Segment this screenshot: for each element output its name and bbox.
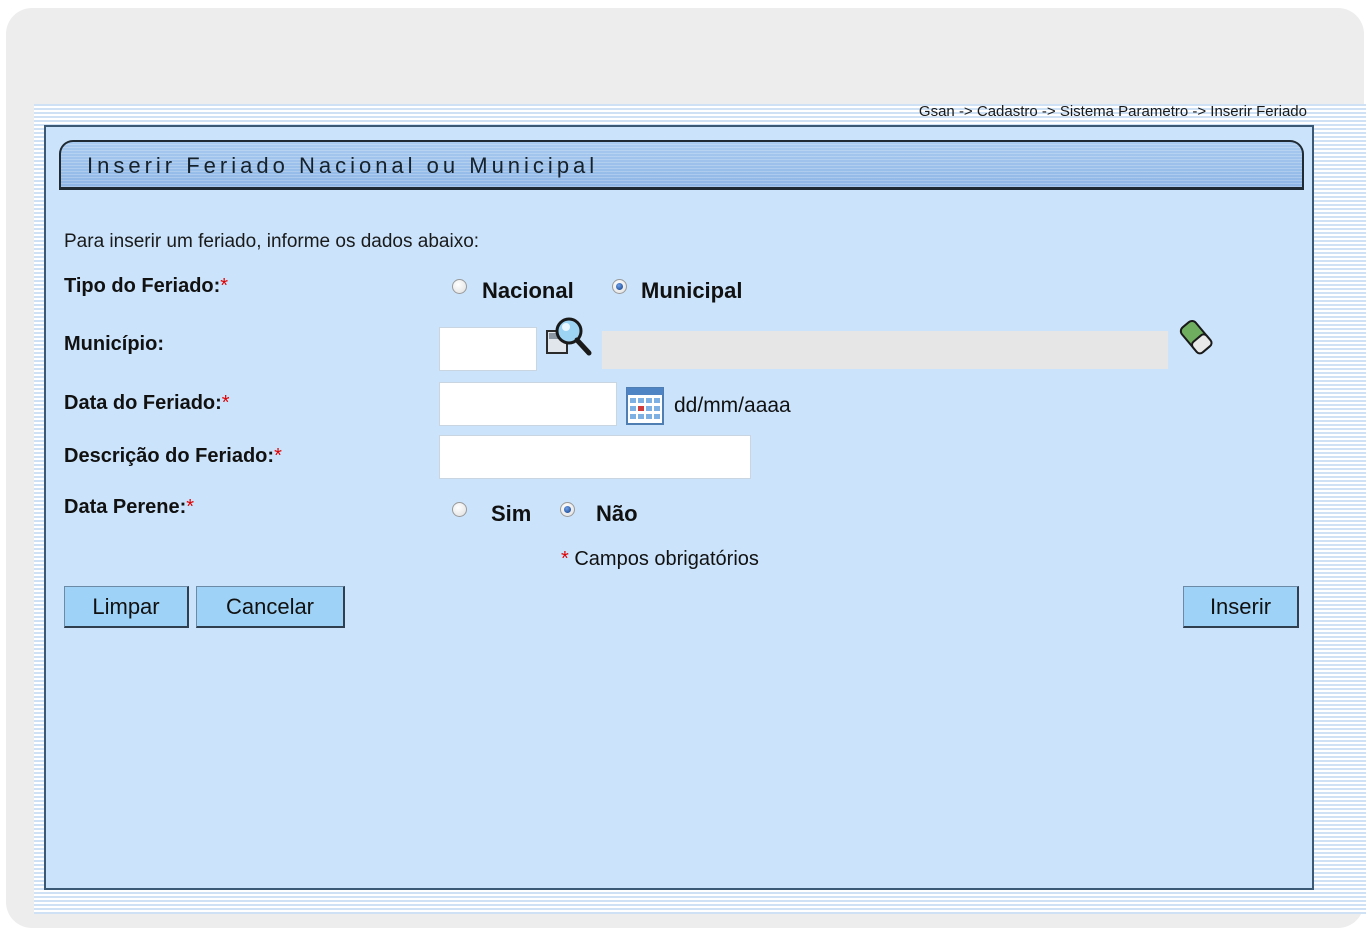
required-mark: * [220, 275, 229, 297]
municipio-name-display [602, 331, 1168, 369]
date-format-hint: dd/mm/aaaa [674, 394, 791, 417]
magnifier-search-icon[interactable] [543, 315, 595, 364]
inserir-button[interactable]: Inserir [1183, 586, 1299, 628]
cancelar-button[interactable]: Cancelar [196, 586, 345, 628]
calendar-icon[interactable] [626, 387, 664, 430]
tipo-feriado-label: Tipo do Feriado:* [64, 275, 229, 297]
data-perene-label: Data Perene:* [64, 496, 195, 518]
form-panel: Inserir Feriado Nacional ou Municipal Pa… [44, 125, 1314, 890]
radio-municipal-label[interactable]: Municipal [641, 278, 742, 304]
data-feriado-label: Data do Feriado:* [64, 392, 230, 414]
panel-title-bar: Inserir Feriado Nacional ou Municipal [59, 140, 1304, 190]
eraser-icon[interactable] [1178, 317, 1214, 362]
radio-municipal[interactable] [612, 279, 627, 294]
radio-nacional[interactable] [452, 279, 467, 294]
required-mark: * [221, 392, 230, 414]
radio-sim[interactable] [452, 502, 467, 517]
radio-nao[interactable] [560, 502, 575, 517]
radio-nao-label[interactable]: Não [596, 501, 638, 527]
form-intro-text: Para inserir um feriado, informe os dado… [64, 231, 480, 252]
municipio-code-input[interactable] [439, 327, 537, 371]
breadcrumb: Gsan -> Cadastro -> Sistema Parametro ->… [918, 103, 1307, 120]
descricao-feriado-input[interactable] [439, 435, 751, 479]
radio-nacional-label[interactable]: Nacional [482, 278, 574, 304]
required-mark: * [561, 548, 569, 570]
panel-title: Inserir Feriado Nacional ou Municipal [87, 153, 599, 178]
data-feriado-input[interactable] [439, 382, 617, 426]
limpar-button[interactable]: Limpar [64, 586, 189, 628]
municipio-label: Município: [64, 333, 164, 355]
radio-sim-label[interactable]: Sim [491, 501, 531, 527]
required-mark: * [186, 496, 195, 518]
descricao-feriado-label: Descrição do Feriado:* [64, 445, 282, 467]
required-mark: * [274, 445, 282, 467]
required-fields-note: * Campos obrigatórios [561, 548, 759, 570]
